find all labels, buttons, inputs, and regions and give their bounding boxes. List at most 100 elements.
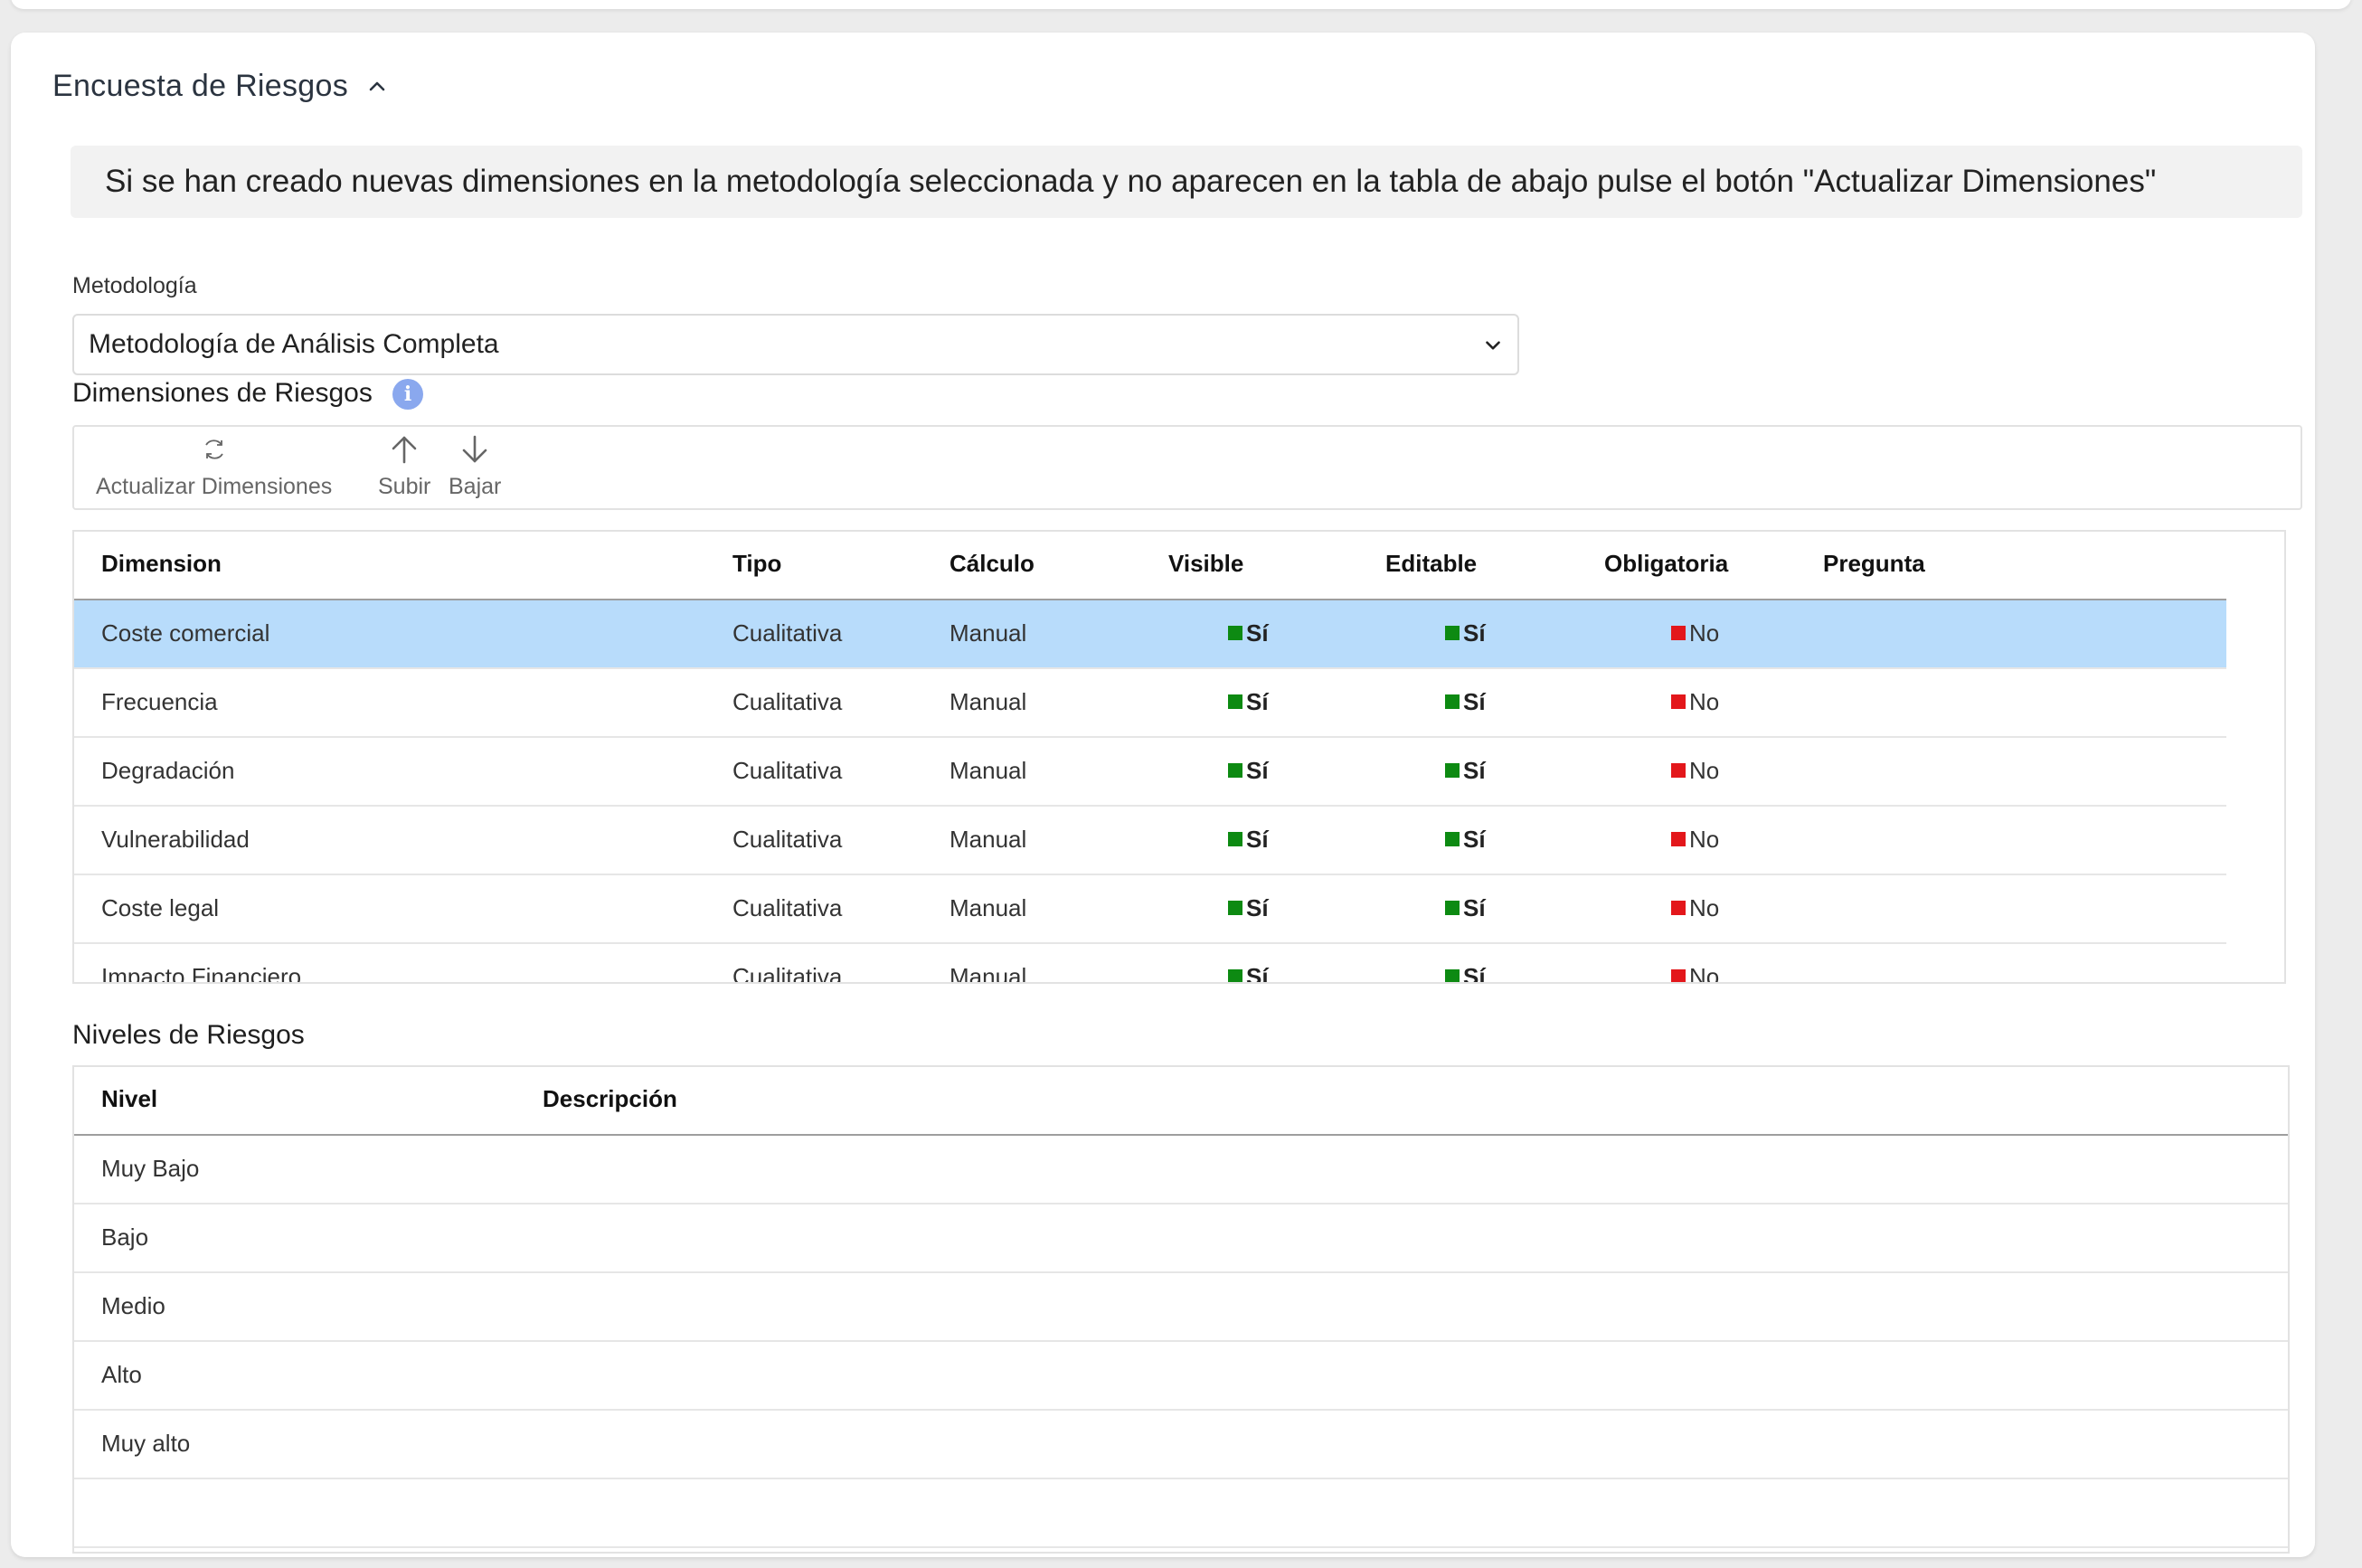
yes-flag-icon — [1445, 763, 1460, 779]
table-row[interactable]: Coste legal Cualitativa Manual Sí Sí No — [74, 875, 2226, 944]
cell-visible: Sí — [1228, 688, 1269, 716]
cell-editable: Sí — [1445, 757, 1486, 785]
risk-survey-card: Encuesta de Riesgos Si se han creado nue… — [11, 33, 2315, 1557]
metodologia-label: Metodología — [72, 273, 197, 298]
table-row[interactable]: Coste comercial Cualitativa Manual Sí Sí… — [74, 600, 2226, 669]
cell-calculo: Manual — [950, 963, 1027, 984]
cell-calculo: Manual — [950, 894, 1027, 921]
niveles-table: Nivel Descripción Muy Bajo Bajo Medio Al… — [72, 1065, 2290, 1554]
yes-flag-icon — [1445, 626, 1460, 641]
table-row[interactable]: Frecuencia Cualitativa Manual Sí Sí No — [74, 669, 2226, 738]
table-row[interactable]: Medio — [74, 1273, 2288, 1342]
cell-editable: Sí — [1445, 963, 1486, 982]
cell-nivel: Bajo — [101, 1223, 149, 1251]
col-calculo[interactable]: Cálculo — [950, 550, 1035, 578]
yes-flag-icon — [1228, 626, 1242, 641]
cell-nivel: Muy alto — [101, 1430, 191, 1457]
cell-obligatoria: No — [1671, 688, 1719, 716]
cell-visible: Sí — [1228, 894, 1269, 922]
cell-nivel: Alto — [101, 1361, 142, 1388]
cell-editable: Sí — [1445, 619, 1486, 647]
info-banner: Si se han creado nuevas dimensiones en l… — [71, 146, 2302, 218]
no-flag-icon — [1671, 901, 1686, 916]
col-obligatoria[interactable]: Obligatoria — [1604, 550, 1728, 578]
niveles-table-header: Nivel Descripción — [74, 1067, 2288, 1136]
col-tipo[interactable]: Tipo — [732, 550, 781, 578]
no-flag-icon — [1671, 832, 1686, 847]
no-flag-icon — [1671, 626, 1686, 641]
move-up-button[interactable]: Subir — [378, 434, 430, 500]
metodologia-select[interactable]: Metodología de Análisis Completa — [72, 314, 1519, 375]
table-row[interactable]: Degradación Cualitativa Manual Sí Sí No — [74, 738, 2226, 807]
cell-dimension: Coste comercial — [101, 619, 270, 647]
table-row[interactable]: Muy alto — [74, 1411, 2288, 1479]
cell-tipo: Cualitativa — [732, 963, 843, 984]
col-editable[interactable]: Editable — [1385, 550, 1477, 578]
move-down-label: Bajar — [449, 474, 502, 499]
col-pregunta[interactable]: Pregunta — [1823, 550, 1925, 578]
niveles-title: Niveles de Riesgos — [72, 1020, 305, 1050]
cell-editable: Sí — [1445, 688, 1486, 716]
yes-flag-icon — [1445, 694, 1460, 710]
cell-visible: Sí — [1228, 826, 1269, 854]
move-up-label: Subir — [378, 474, 431, 499]
col-nivel[interactable]: Nivel — [101, 1085, 157, 1113]
yes-flag-icon — [1228, 832, 1242, 847]
cell-tipo: Cualitativa — [732, 894, 843, 921]
cell-obligatoria: No — [1671, 826, 1719, 854]
cell-editable: Sí — [1445, 894, 1486, 922]
refresh-dimensions-button[interactable]: Actualizar Dimensiones — [96, 434, 332, 500]
card-header[interactable]: Encuesta de Riesgos — [52, 69, 388, 104]
arrow-up-icon — [392, 436, 417, 464]
cell-dimension: Vulnerabilidad — [101, 826, 250, 853]
yes-flag-icon — [1445, 832, 1460, 847]
cell-calculo: Manual — [950, 688, 1027, 715]
metodologia-select-value: Metodología de Análisis Completa — [89, 329, 499, 359]
cell-dimension: Degradación — [101, 757, 235, 784]
cell-nivel: Medio — [101, 1292, 165, 1319]
table-row[interactable]: Muy Bajo — [74, 1136, 2288, 1204]
no-flag-icon — [1671, 763, 1686, 779]
table-row[interactable]: Impacto Financiero Cualitativa Manual Sí… — [74, 944, 2226, 984]
info-banner-text: Si se han creado nuevas dimensiones en l… — [105, 164, 2157, 199]
cell-editable: Sí — [1445, 826, 1486, 854]
col-visible[interactable]: Visible — [1168, 550, 1243, 578]
cell-obligatoria: No — [1671, 963, 1719, 982]
dimensiones-table: Dimension Tipo Cálculo Visible Editable … — [72, 530, 2286, 984]
cell-visible: Sí — [1228, 963, 1269, 982]
cell-dimension: Frecuencia — [101, 688, 218, 715]
cell-tipo: Cualitativa — [732, 619, 843, 647]
card-title: Encuesta de Riesgos — [52, 69, 349, 103]
cell-tipo: Cualitativa — [732, 688, 843, 715]
cell-visible: Sí — [1228, 757, 1269, 785]
col-dimension[interactable]: Dimension — [101, 550, 222, 578]
cell-tipo: Cualitativa — [732, 757, 843, 784]
table-row[interactable]: Vulnerabilidad Cualitativa Manual Sí Sí … — [74, 807, 2226, 875]
table-row[interactable]: Bajo — [74, 1204, 2288, 1273]
dimensiones-title: Dimensiones de Riesgos — [72, 378, 373, 408]
yes-flag-icon — [1228, 763, 1242, 779]
cell-nivel: Muy Bajo — [101, 1155, 200, 1182]
yes-flag-icon — [1445, 969, 1460, 982]
move-down-button[interactable]: Bajar — [449, 434, 501, 500]
chevron-up-icon[interactable] — [366, 76, 388, 98]
yes-flag-icon — [1228, 694, 1242, 710]
col-descripcion[interactable]: Descripción — [543, 1085, 677, 1113]
yes-flag-icon — [1228, 969, 1242, 982]
no-flag-icon — [1671, 969, 1686, 982]
dimensiones-toolbar: Actualizar Dimensiones Subir Bajar — [72, 425, 2302, 510]
yes-flag-icon — [1445, 901, 1460, 916]
table-row[interactable] — [74, 1479, 2288, 1548]
cell-calculo: Manual — [950, 826, 1027, 853]
cell-dimension: Coste legal — [101, 894, 220, 921]
table-row[interactable]: Alto — [74, 1342, 2288, 1411]
cell-calculo: Manual — [950, 757, 1027, 784]
cell-tipo: Cualitativa — [732, 826, 843, 853]
cell-obligatoria: No — [1671, 757, 1719, 785]
info-icon[interactable]: i — [392, 379, 423, 410]
arrow-down-icon — [462, 435, 487, 463]
yes-flag-icon — [1228, 901, 1242, 916]
cell-dimension: Impacto Financiero — [101, 963, 302, 984]
cell-visible: Sí — [1228, 619, 1269, 647]
cell-calculo: Manual — [950, 619, 1027, 647]
